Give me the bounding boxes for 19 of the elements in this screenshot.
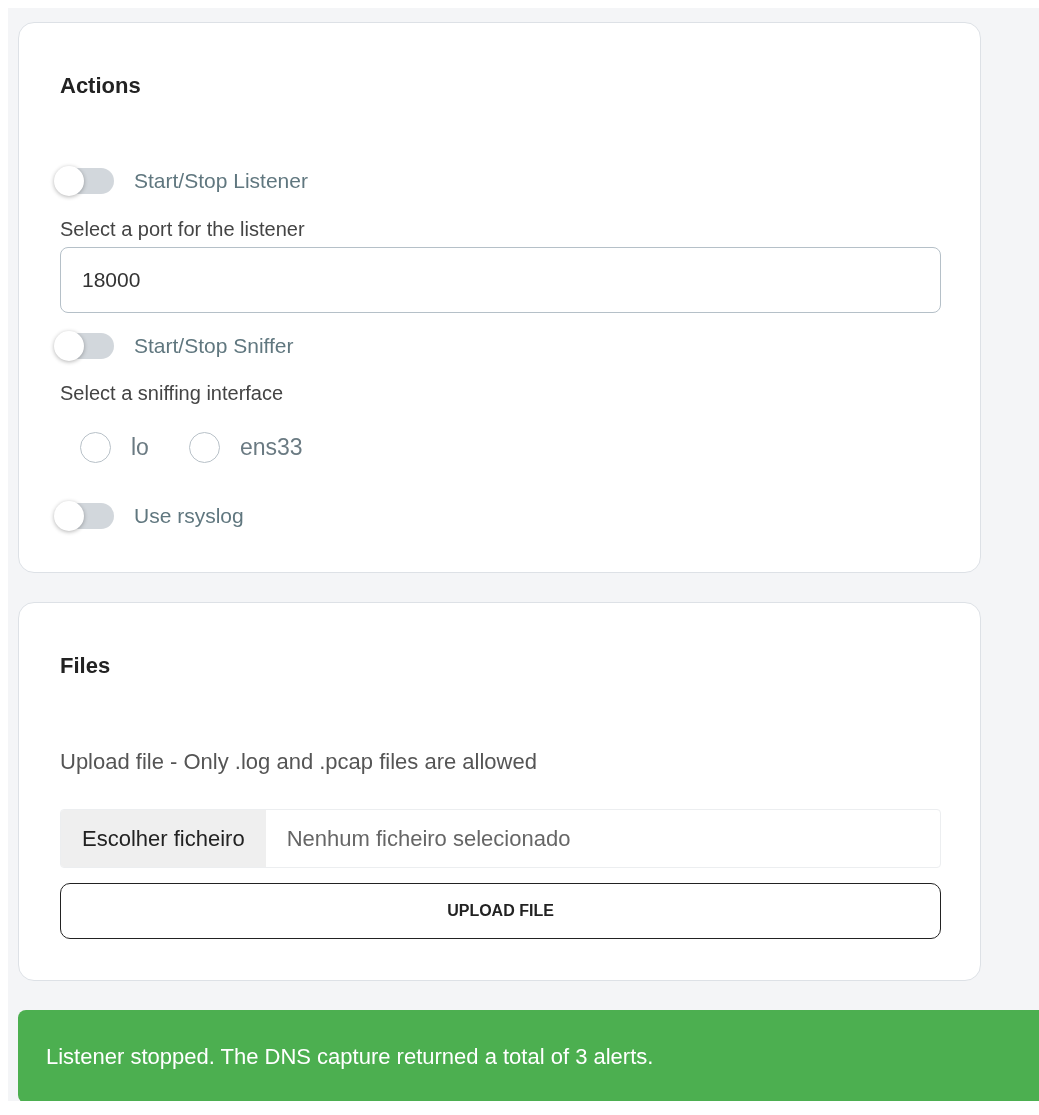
toggle-switch[interactable] (54, 503, 114, 529)
choose-file-button[interactable]: Escolher ficheiro (61, 810, 266, 867)
toggle-switch[interactable] (54, 168, 114, 194)
radio-label: lo (131, 434, 149, 461)
card-title: Files (60, 652, 111, 680)
port-field[interactable]: 18000 (60, 247, 941, 313)
alert-message: Listener stopped. The DNS capture returned a total of 3 alerts. (46, 1043, 654, 1070)
upload-hint: Upload file - Only .log and .pcap files are allowed (60, 749, 538, 775)
radio-group-label: Select a sniffing interface (60, 381, 284, 405)
card-title: Actions (60, 72, 141, 100)
toggle-switch[interactable] (54, 333, 114, 359)
radio-label: ens33 (239, 434, 303, 461)
upload-button[interactable]: UPLOAD FILE (60, 883, 941, 939)
switch-label: Start/Stop Listener (134, 168, 308, 194)
switch-label: Start/Stop Sniffer (134, 333, 294, 359)
file-status: Nenhum ficheiro selecionado (285, 824, 571, 853)
file-input[interactable]: Escolher ficheiro Nenhum ficheiro selecionado (60, 809, 941, 868)
field-label: Select a port for the listener (60, 217, 305, 241)
switch-label: Use rsyslog (134, 503, 244, 529)
